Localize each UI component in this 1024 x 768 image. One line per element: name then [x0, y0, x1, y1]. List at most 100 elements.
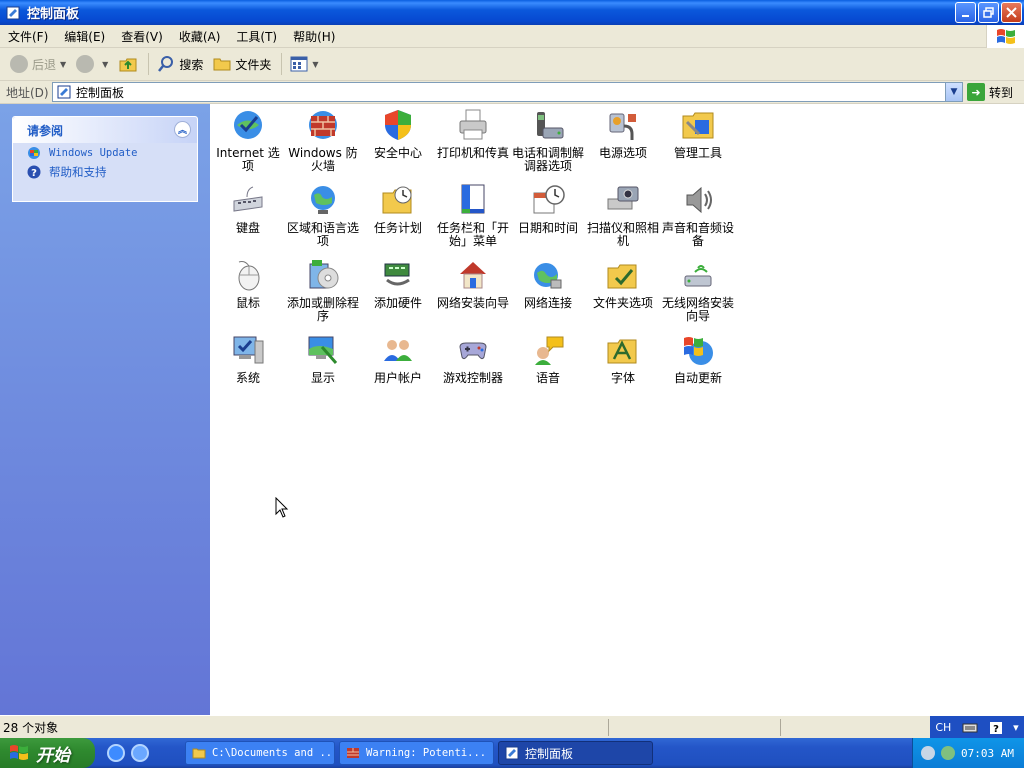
internet-explorer-icon[interactable] [107, 744, 125, 762]
svg-text:?: ? [31, 168, 37, 179]
windows-update-icon [28, 146, 40, 159]
item-label: 电话和调制解调器选项 [511, 146, 584, 173]
help-icon[interactable]: ? [989, 721, 1003, 735]
calendar-clock-icon [533, 185, 565, 214]
item-sounds-audio[interactable]: 声音和音频设备 [661, 183, 735, 248]
toolbar-separator [148, 53, 150, 75]
maximize-button[interactable] [978, 2, 999, 23]
task-label: C:\Documents and ... [212, 747, 335, 759]
forward-arrow-icon [76, 55, 95, 73]
forward-button[interactable]: ▼ [72, 51, 112, 77]
system-tray: 07:03 AM [912, 738, 1024, 768]
task-label: 控制面板 [525, 746, 574, 761]
menu-edit[interactable]: 编辑(E) [56, 28, 113, 45]
task-warning[interactable]: Warning: Potenti... [339, 741, 494, 765]
folder-icon [213, 58, 231, 71]
item-power-options[interactable]: 电源选项 [586, 108, 660, 160]
address-dropdown-button[interactable]: ▼ [945, 83, 962, 101]
item-label: 区域和语言选项 [286, 221, 359, 248]
item-taskbar-start-menu[interactable]: 任务栏和「开始」菜单 [436, 183, 510, 248]
firewall-icon [309, 111, 337, 139]
item-system[interactable]: 系统 [211, 333, 285, 385]
search-label: 搜索 [179, 57, 204, 72]
item-automatic-updates[interactable]: 自动更新 [661, 333, 735, 385]
item-folder-options[interactable]: 文件夹选项 [586, 258, 660, 310]
item-add-remove-programs[interactable]: 添加或删除程序 [286, 258, 360, 323]
fonts-folder-icon [607, 339, 637, 364]
item-network-connections[interactable]: 网络连接 [511, 258, 585, 310]
menu-favorites[interactable]: 收藏(A) [171, 28, 229, 45]
keyboard-icon[interactable] [962, 722, 978, 734]
hardware-icon [384, 263, 410, 286]
item-add-hardware[interactable]: 添加硬件 [361, 258, 435, 310]
tray-speaker-icon[interactable] [921, 746, 936, 760]
folders-label: 文件夹 [235, 57, 272, 72]
menu-help[interactable]: 帮助(H) [285, 28, 343, 45]
item-label: 系统 [235, 371, 260, 385]
back-label: 后退 [32, 57, 57, 72]
clock[interactable]: 07:03 AM [961, 747, 1014, 760]
search-button[interactable]: 搜索 [153, 51, 207, 77]
menu-tools[interactable]: 工具(T) [228, 28, 285, 45]
windows-update-link[interactable]: Windows Update [13, 143, 197, 162]
item-user-accounts[interactable]: 用户帐户 [361, 333, 435, 385]
item-game-controllers[interactable]: 游戏控制器 [436, 333, 510, 385]
menu-view[interactable]: 查看(V) [113, 28, 171, 45]
go-arrow-icon: ➜ [967, 83, 985, 101]
menu-file[interactable]: 文件(F) [0, 28, 56, 45]
item-wireless-network-wizard[interactable]: 无线网络安装向导 [661, 258, 735, 323]
item-internet-options[interactable]: Internet 选项 [211, 108, 285, 173]
taskbar-icon [461, 184, 485, 214]
item-keyboard[interactable]: 键盘 [211, 183, 285, 235]
item-scheduled-tasks[interactable]: 任务计划 [361, 183, 435, 235]
item-display[interactable]: 显示 [286, 333, 360, 385]
browser-icon[interactable] [131, 744, 149, 762]
item-security-center[interactable]: 安全中心 [361, 108, 435, 160]
address-input[interactable]: 控制面板 ▼ [52, 82, 963, 102]
close-button[interactable] [1001, 2, 1022, 23]
taskbar: 开始 C:\Documents and ... Warning: Potenti… [0, 738, 1024, 768]
see-also-header[interactable]: 请参阅 ︽ [13, 117, 197, 143]
minimize-button[interactable] [955, 2, 976, 23]
start-button[interactable]: 开始 [0, 738, 95, 768]
status-separator [608, 719, 609, 736]
help-support-link[interactable]: ? 帮助和支持 [13, 162, 197, 181]
item-fonts[interactable]: 字体 [586, 333, 660, 385]
language-indicator[interactable]: CH [935, 721, 951, 734]
power-plug-icon [609, 113, 636, 140]
folder-options-icon [607, 264, 637, 289]
item-label: 鼠标 [235, 296, 260, 310]
item-mouse[interactable]: 鼠标 [211, 258, 285, 310]
item-speech[interactable]: 语音 [511, 333, 585, 385]
windows-logo [986, 25, 1024, 48]
item-label: 安全中心 [373, 146, 422, 160]
go-button[interactable]: ➜ 转到 [967, 82, 1013, 102]
item-date-time[interactable]: 日期和时间 [511, 183, 585, 235]
scheduled-tasks-icon [382, 186, 412, 214]
close-icon [1006, 7, 1017, 18]
item-regional-language[interactable]: 区域和语言选项 [286, 183, 360, 248]
language-bar[interactable]: CH ? ▾ [930, 716, 1024, 739]
item-label: 添加硬件 [373, 296, 422, 310]
item-windows-firewall[interactable]: Windows 防火墙 [286, 108, 360, 173]
users-icon [384, 340, 412, 361]
up-folder-button[interactable] [114, 51, 142, 77]
admin-tools-icon [682, 112, 714, 139]
title-bar[interactable]: 控制面板 [0, 0, 1024, 25]
views-button[interactable]: ▼ [286, 51, 322, 77]
task-control-panel[interactable]: 控制面板 [498, 741, 653, 765]
item-network-setup-wizard[interactable]: 网络安装向导 [436, 258, 510, 310]
language-bar-options-icon[interactable]: ▾ [1013, 721, 1019, 734]
tray-network-icon[interactable] [941, 746, 956, 760]
globe-check-icon [234, 111, 262, 139]
folders-button[interactable]: 文件夹 [209, 51, 275, 77]
item-scanners-cameras[interactable]: 扫描仪和照相机 [586, 183, 660, 248]
back-button[interactable]: 后退 ▼ [6, 51, 70, 77]
automatic-updates-icon [684, 337, 713, 365]
item-printers-faxes[interactable]: 打印机和传真 [436, 108, 510, 160]
item-phone-modem[interactable]: 电话和调制解调器选项 [511, 108, 585, 173]
item-admin-tools[interactable]: 管理工具 [661, 108, 735, 160]
task-documents-folder[interactable]: C:\Documents and ... [185, 741, 335, 765]
collapse-icon[interactable]: ︽ [174, 121, 191, 138]
item-label: 字体 [610, 371, 635, 385]
